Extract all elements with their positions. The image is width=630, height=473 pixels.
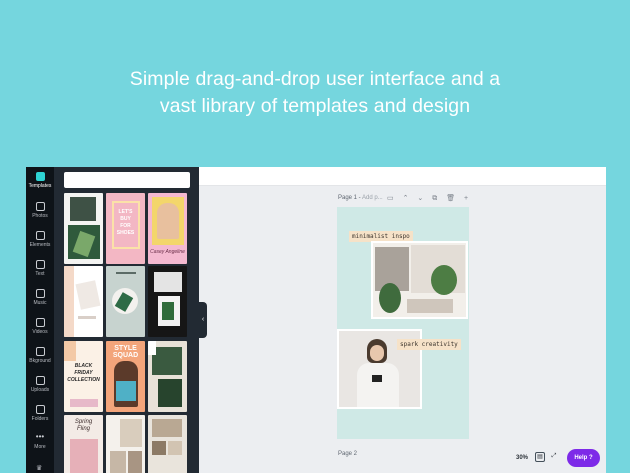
template-thumbnail[interactable]: BLACK FRIDAY COLLECTION [64,341,103,412]
page-2-header: Page 2 [338,451,358,457]
help-button[interactable]: Help ? [567,449,600,467]
template-thumbnail[interactable]: Spring Fling [64,415,103,473]
duplicate-icon[interactable]: ⧉ [432,195,437,202]
videos-icon [35,318,45,327]
text-icon [35,260,45,269]
sidebar-item-templates[interactable]: Templates [26,170,54,196]
trash-icon[interactable]: 🗑 [446,195,455,202]
sidebar-item-label: Elements [29,242,51,248]
page-1-header: Page 1 - Add p... [338,195,383,201]
template-thumbnail[interactable] [148,266,187,337]
collapse-panel-button[interactable]: ‹ [199,302,207,338]
sidebar-item-label: Bkground [29,358,51,364]
sidebar-item-label: More [34,444,46,450]
headline: Simple drag-and-drop user interface and … [0,66,630,120]
sidebar-item-elements[interactable]: Elements [26,229,54,255]
chevron-left-icon: ‹ [201,316,205,323]
music-icon [35,289,45,298]
page-1-title: Page 1 - [338,195,363,201]
template-text: STYLE SQUAD [112,345,139,359]
template-text: BLACK FRIDAY COLLECTION [67,363,100,383]
add-page-icon[interactable]: + [464,195,468,202]
elements-icon [35,231,45,240]
headline-line-1: Simple drag-and-drop user interface and … [129,68,501,90]
folders-icon [35,405,45,414]
page-toolbar: ▭ ⌃ ⌄ ⧉ 🗑 + [387,194,475,203]
template-text: Spring Fling [74,419,93,432]
templates-panel: LET'S BUY FOR SHOES Casey Angeline BLACK… [54,167,199,473]
background-icon [35,347,45,356]
zoom-level[interactable]: 30% [516,455,528,461]
template-thumbnail[interactable] [148,341,187,412]
template-text: LET'S BUY FOR SHOES [116,209,135,236]
editor-window: Templates Photos Elements Text Music Vid… [26,167,606,473]
template-thumbnail[interactable]: LET'S BUY FOR SHOES [106,193,145,264]
crown-icon: ♛ [36,465,43,472]
sidebar-item-label: Text [35,271,45,277]
sidebar-item-background[interactable]: Bkground [26,345,54,371]
templates-icon [35,172,45,181]
sidebar-rail: Templates Photos Elements Text Music Vid… [26,167,54,473]
sidebar-item-text[interactable]: Text [26,258,54,284]
template-thumbnail[interactable] [106,415,145,473]
sidebar-item-uploads[interactable]: Uploads [26,374,54,400]
sidebar-item-label: Music [33,300,47,306]
sidebar-item-label: Videos [32,329,48,335]
template-thumbnail[interactable] [64,266,103,337]
sidebar-item-label: Uploads [30,387,50,393]
sidebar-item-more[interactable]: ••• More [26,432,54,458]
photo-interior[interactable] [371,241,468,319]
design-page[interactable]: minimalist inspo spark creativity [337,207,469,439]
sidebar-item-music[interactable]: Music [26,287,54,313]
fullscreen-icon[interactable]: ⤢ [549,452,559,462]
comment-icon[interactable]: ▭ [387,195,394,202]
sidebar-item-folders[interactable]: Folders [26,403,54,429]
template-text: Casey Angeline [150,249,185,255]
template-thumbnail[interactable]: Casey Angeline [148,193,187,264]
page-grid-icon[interactable]: ▤ [535,452,545,462]
template-thumbnail[interactable]: STYLE SQUAD [106,341,145,412]
text-chip-spark[interactable]: spark creativity [397,339,461,350]
sidebar-item-label: Photos [32,213,48,219]
editor-topbar [199,167,606,186]
add-page-title[interactable]: Add p... [362,195,383,201]
chevron-down-icon[interactable]: ⌄ [417,195,423,202]
photos-icon [35,202,45,211]
uploads-icon [35,376,45,385]
template-thumbnail[interactable] [148,415,187,473]
more-icon: ••• [35,432,45,441]
sidebar-item-photos[interactable]: Photos [26,200,54,226]
headline-line-2: vast library of templates and design [159,95,471,117]
search-input[interactable] [64,172,190,188]
sidebar-item-label: Folders [31,416,49,422]
chevron-up-icon[interactable]: ⌃ [403,195,409,202]
template-thumbnail[interactable] [64,193,103,264]
sidebar-item-videos[interactable]: Videos [26,316,54,342]
template-thumbnail[interactable] [106,266,145,337]
sidebar-item-label: Templates [28,183,52,189]
